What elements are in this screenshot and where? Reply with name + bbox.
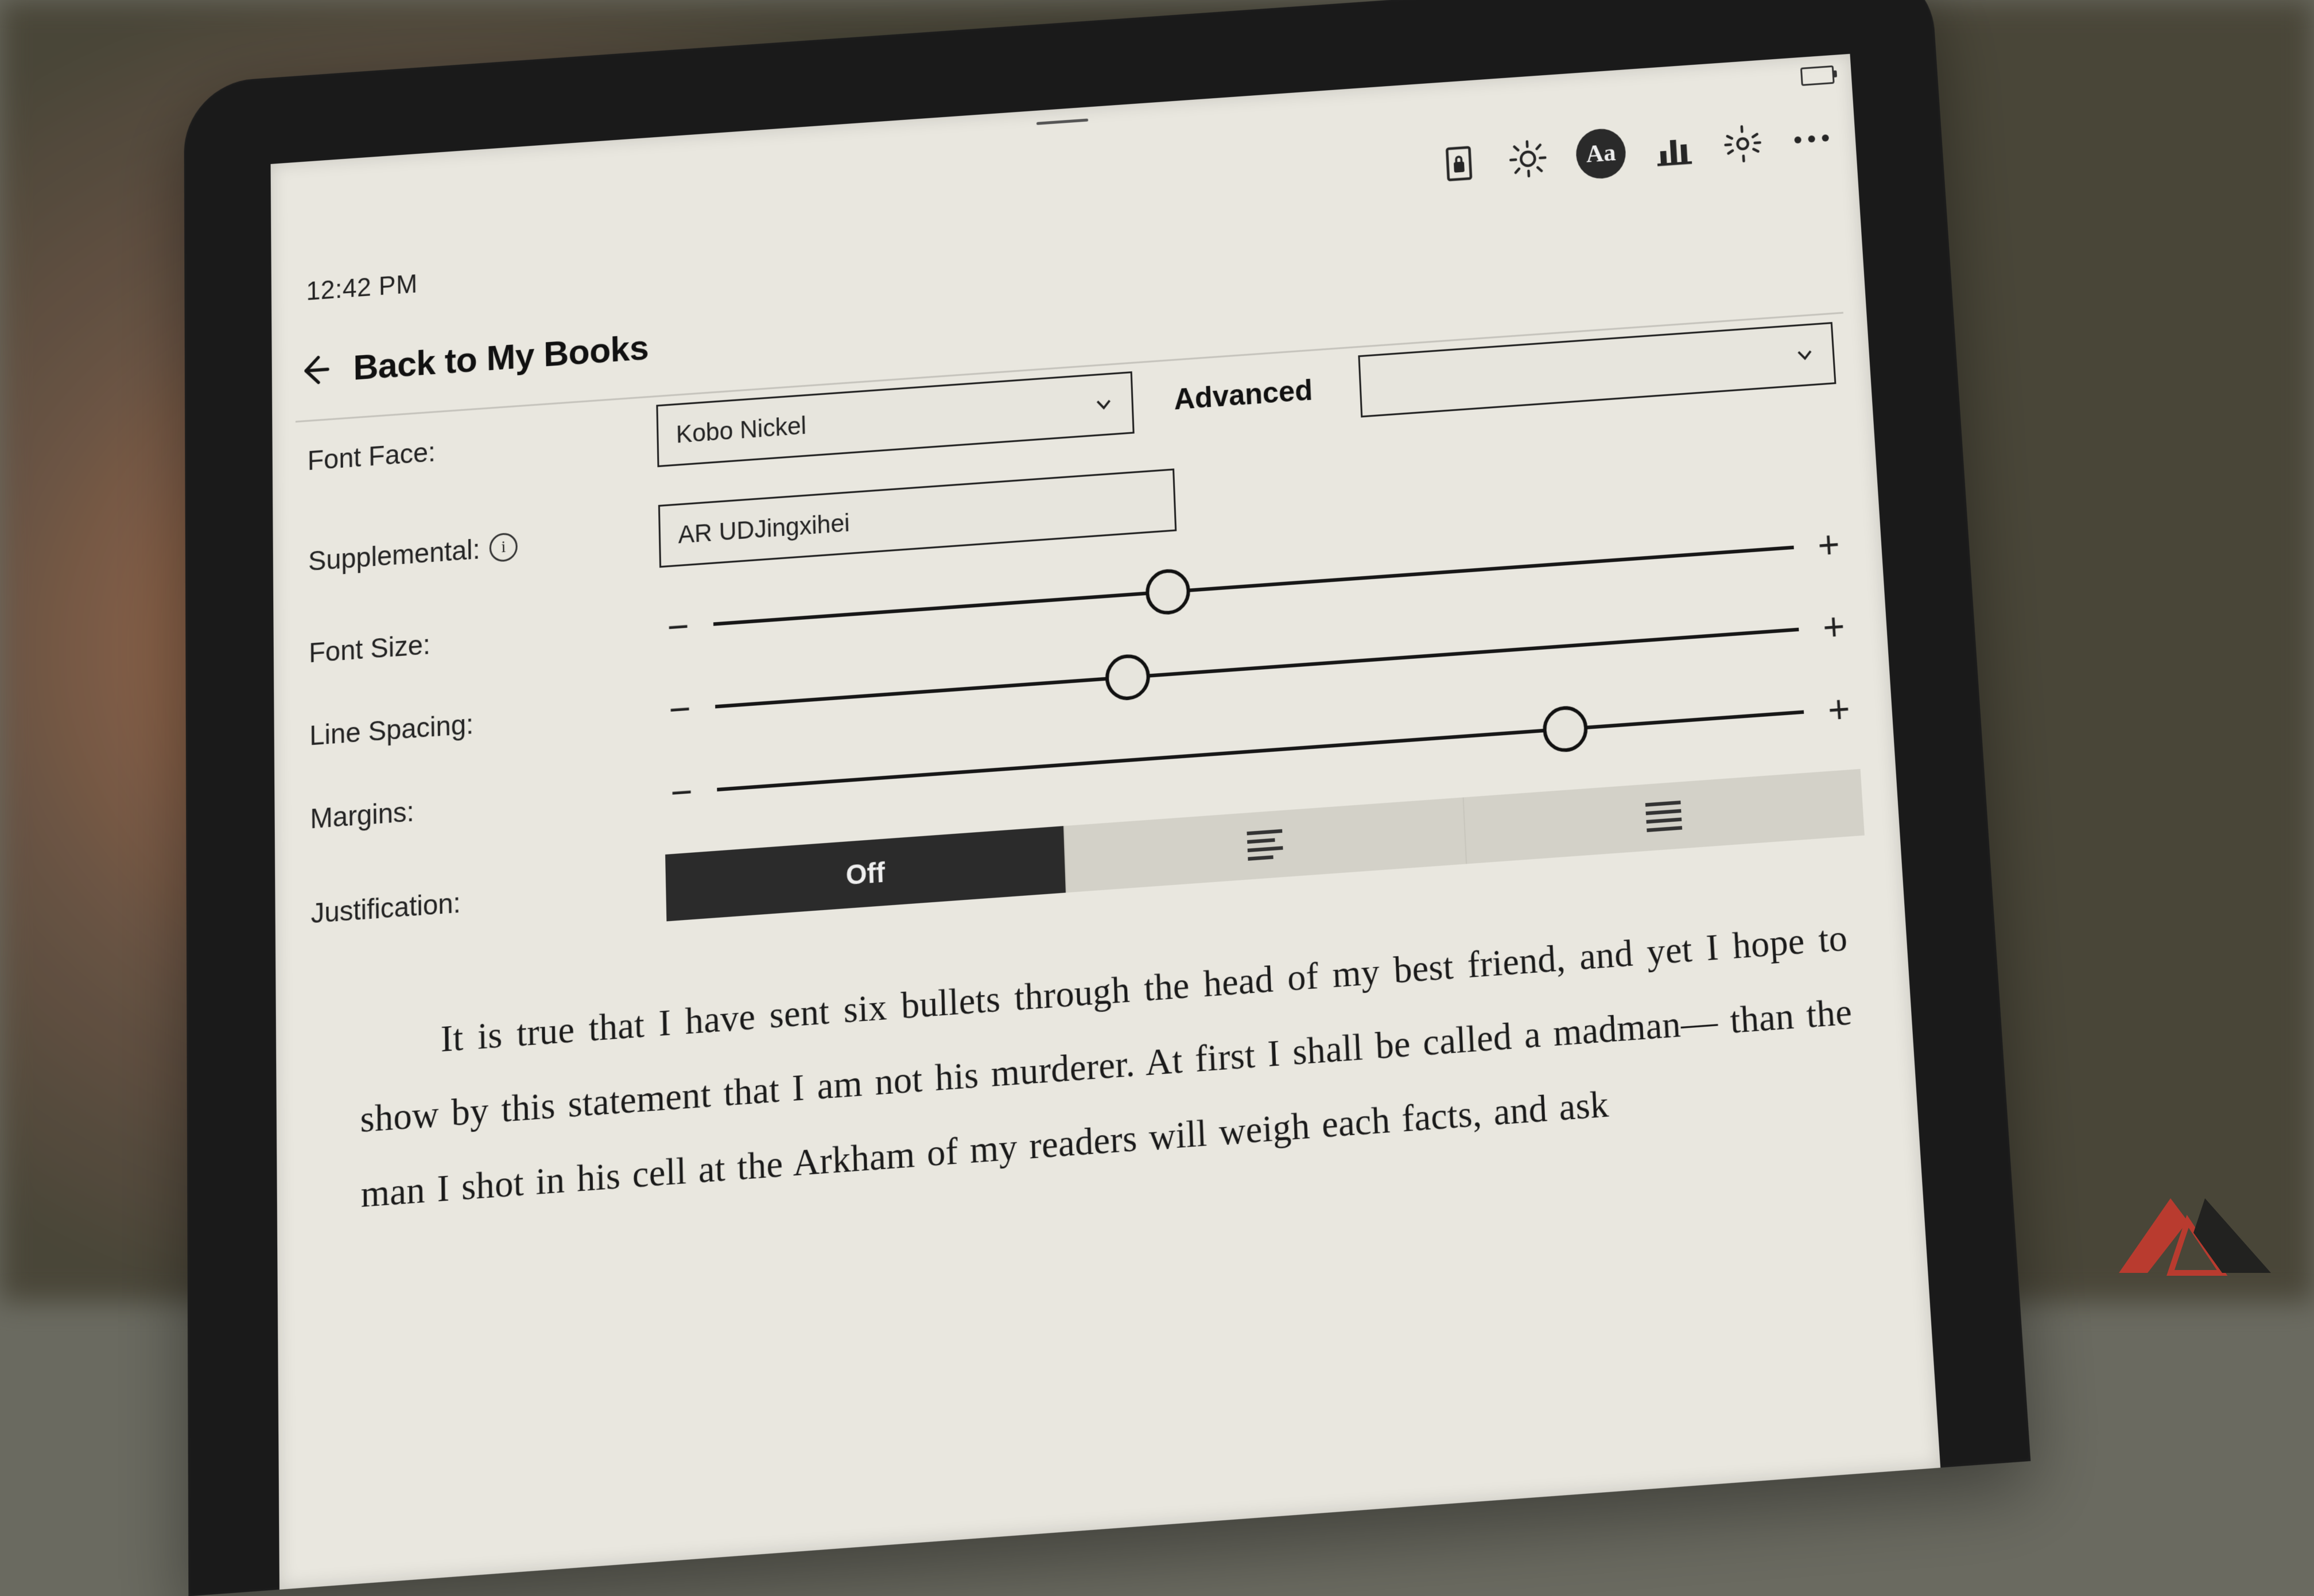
gear-icon[interactable] [1721, 122, 1764, 166]
ereader-device: Aa [184, 0, 2030, 1596]
justification-label: Justification: [310, 873, 642, 930]
back-title[interactable]: Back to My Books [353, 327, 649, 387]
typography-icon[interactable]: Aa [1575, 127, 1627, 180]
font-face-label: Font Face: [307, 422, 634, 476]
reading-stats-icon[interactable] [1652, 126, 1695, 170]
orientation-lock-icon[interactable] [1437, 141, 1481, 185]
supplemental-label: Supplemental: i [308, 522, 636, 577]
justification-off[interactable]: Off [665, 826, 1066, 921]
battery-icon [1800, 65, 1835, 86]
align-left-icon [1247, 829, 1283, 861]
ereader-screen: Aa [271, 54, 1941, 1590]
justification-left[interactable] [1063, 798, 1465, 893]
advanced-label[interactable]: Advanced [1167, 372, 1325, 417]
back-arrow-icon[interactable] [295, 350, 332, 390]
reader-toolbar: Aa [1437, 113, 1834, 190]
supplemental-value: AR UDJingxihei [678, 508, 850, 549]
brightness-icon[interactable] [1506, 137, 1550, 181]
line-spacing-thumb[interactable] [1105, 653, 1151, 702]
supplemental-dropdown[interactable]: AR UDJingxihei [658, 468, 1177, 568]
clock: 12:42 PM [306, 270, 418, 306]
justification-full[interactable] [1462, 769, 1865, 864]
font-size-increase[interactable]: + [1810, 522, 1848, 568]
margins-decrease[interactable]: − [663, 768, 700, 816]
info-icon[interactable]: i [490, 532, 518, 562]
margins-thumb[interactable] [1542, 705, 1589, 754]
watermark-logo [2107, 1187, 2280, 1284]
typography-label: Aa [1586, 141, 1617, 167]
drag-handle[interactable] [1036, 119, 1088, 125]
line-spacing-decrease[interactable]: − [662, 686, 698, 733]
typography-settings: Font Face: Kobo Nickel Advanced Suppleme… [272, 320, 1900, 949]
margins-increase[interactable]: + [1820, 686, 1858, 733]
font-size-label: Font Size: [309, 613, 638, 669]
font-face-value: Kobo Nickel [675, 411, 806, 449]
preview-text: It is true that I have sent six bullets … [359, 902, 1859, 1232]
align-justify-icon [1645, 801, 1682, 832]
margins-label: Margins: [310, 779, 640, 835]
font-size-thumb[interactable] [1145, 568, 1191, 616]
line-spacing-label: Line Spacing: [309, 696, 639, 752]
line-spacing-increase[interactable]: + [1815, 604, 1853, 650]
more-icon[interactable] [1789, 117, 1833, 161]
status-bar [1800, 65, 1835, 86]
font-size-decrease[interactable]: − [660, 603, 696, 650]
